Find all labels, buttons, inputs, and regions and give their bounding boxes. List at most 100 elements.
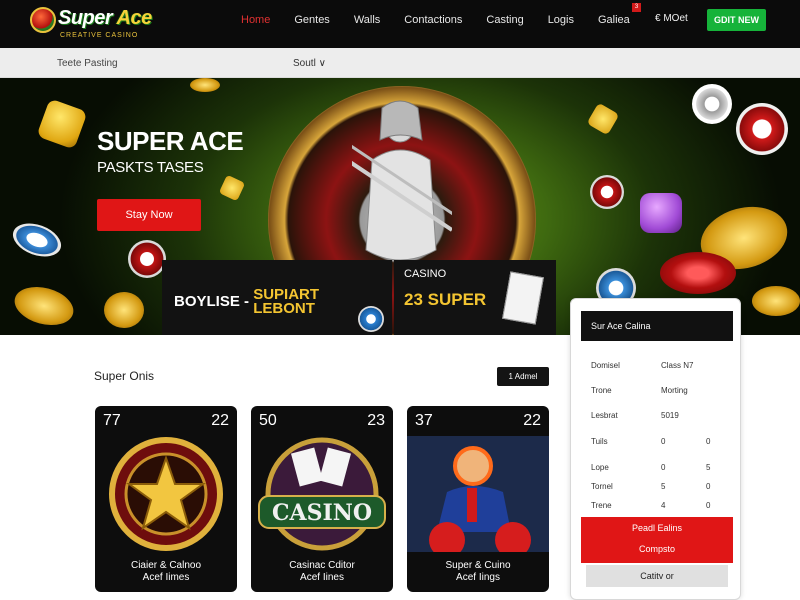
panel-row-value: 4 <box>661 501 666 510</box>
sort-dropdown[interactable]: Soutl ∨ <box>293 58 326 69</box>
logo-word-super: Super <box>58 7 113 29</box>
gold-coin-icon <box>104 292 144 328</box>
game-title-line2: Acef Iimes <box>142 572 190 583</box>
game-art-text: CASINO <box>272 500 372 526</box>
nav-item-galiea-label: Galiea <box>597 14 630 26</box>
nav-item-galiea[interactable]: Galiea 3 <box>597 3 641 26</box>
currency-selector[interactable]: € MOet <box>655 13 688 24</box>
game-title-line1: Super & Cuino <box>445 560 511 571</box>
panel-row-label: Lesbrat <box>591 411 618 420</box>
game-title-line2: Acef Iines <box>300 572 344 583</box>
gold-coin-icon <box>10 280 78 332</box>
info-panel: Sur Ace Calina Domisel Class N7 Trone Mo… <box>570 298 741 600</box>
panel-action-line1[interactable]: Peadl Ealins <box>581 523 733 533</box>
game-card[interactable]: 77 22 Ciaier & Calnoo Acef Iimes <box>95 406 237 592</box>
game-card[interactable]: 50 23 CASINO Casinac Cditor Acef Iines <box>251 406 393 592</box>
game-number-left: 77 <box>103 412 121 429</box>
nav-item-home[interactable]: Home <box>241 14 270 26</box>
game-card[interactable]: 37 22 Super & Cuino Acef Iings <box>407 406 549 592</box>
panel-row-label: Trene <box>591 501 612 510</box>
nav-item-gentes[interactable]: Gentes <box>294 14 329 26</box>
panel-row-value: 5019 <box>661 411 679 420</box>
gold-coin-icon <box>752 286 800 316</box>
panel-secondary-button[interactable]: Catitv or <box>586 565 728 587</box>
playing-cards-icon <box>502 271 544 325</box>
poker-chip-icon <box>128 240 166 278</box>
promo-left-accent-line2: LEBONT <box>253 300 315 317</box>
panel-row: Tornel 5 0 <box>591 482 710 491</box>
casino-badge-icon: CASINO <box>258 437 386 551</box>
stay-now-button[interactable]: Stay Now <box>97 199 201 231</box>
promo-right-main: 23 SUPER <box>404 290 487 309</box>
panel-row-extra: 0 <box>706 437 711 446</box>
hero-title: SUPER ACE <box>97 126 244 156</box>
promo-left-main: BOYLISE - <box>174 292 250 310</box>
gold-coin-icon <box>190 78 220 92</box>
panel-row: Lope 0 5 <box>591 463 710 472</box>
panel-row-value: 0 <box>661 437 666 446</box>
promo-right-top: CASINO <box>404 268 447 280</box>
game-number-right: 22 <box>211 412 229 429</box>
logo-tagline: CREATIVE CASINO <box>60 32 139 39</box>
panel-row: Trene 4 0 <box>591 501 710 510</box>
panel-row: Tuils 0 0 <box>591 437 710 446</box>
game-number-right: 22 <box>523 412 541 429</box>
game-title-line1: Ciaier & Calnoo <box>130 560 202 571</box>
panel-row-value: Morting <box>661 386 688 395</box>
game-title-line1: Casinac Cditor <box>289 560 355 571</box>
poker-chip-icon <box>660 252 736 294</box>
get-new-button[interactable]: GDIT NEW <box>707 9 766 31</box>
nav-item-logis[interactable]: Logis <box>548 14 574 26</box>
panel-action-block[interactable]: Peadl Ealins Compsto <box>581 517 733 563</box>
poker-chip-icon <box>358 306 384 332</box>
poker-chip-icon <box>590 175 624 209</box>
game-number-left: 37 <box>415 412 433 429</box>
games-admin-button[interactable]: 1 Admel <box>497 367 549 386</box>
game-title: Super & Cuino Acef Iings <box>407 560 549 584</box>
panel-row-extra: 0 <box>706 482 711 491</box>
main-nav: Home Gentes Walls Contactions Casting Lo… <box>241 0 654 40</box>
panel-row-extra: 5 <box>706 463 711 472</box>
panel-action-line2[interactable]: Compsto <box>581 544 733 554</box>
gold-star-icon <box>586 102 620 136</box>
logo-word-ace: Ace <box>116 7 153 29</box>
promo-card-left[interactable]: BOYLISE - SUPIART LEBONT <box>162 260 392 335</box>
roulette-star-icon <box>109 437 223 551</box>
notification-badge: 3 <box>631 3 641 12</box>
panel-row-label: Trone <box>591 386 612 395</box>
promo-left-text: BOYLISE - SUPIART LEBONT <box>174 287 319 317</box>
logo-wordmark: Super Ace <box>58 7 152 30</box>
games-section-title: Super Onis <box>94 369 155 383</box>
logo-emblem-icon <box>30 7 56 33</box>
panel-row-value: 0 <box>661 463 666 472</box>
panel-row: Domisel Class N7 <box>591 361 693 370</box>
hero-character-image <box>352 100 452 261</box>
filter-label[interactable]: Teete Pasting <box>57 58 118 69</box>
game-number-right: 23 <box>367 412 385 429</box>
poker-chip-icon <box>692 84 732 124</box>
panel-row-label: Lope <box>591 463 609 472</box>
poker-chip-icon <box>8 217 66 263</box>
panel-title: Sur Ace Calina <box>581 311 733 341</box>
poker-chip-icon <box>736 103 788 155</box>
panel-row: Trone Morting <box>591 386 688 395</box>
panel-row: Lesbrat 5019 <box>591 411 679 420</box>
panel-row-extra: 0 <box>706 501 711 510</box>
panel-row-label: Tornel <box>591 482 613 491</box>
panel-row-value: Class N7 <box>661 361 694 370</box>
game-title: Casinac Cditor Acef Iines <box>251 560 393 584</box>
hero-subtitle: PASKTS TASES <box>97 159 204 176</box>
promo-card-right[interactable]: CASINO 23 SUPER <box>394 260 556 335</box>
brand-logo[interactable]: Super Ace CREATIVE CASINO <box>30 5 170 43</box>
nav-item-casting[interactable]: Casting <box>486 14 523 26</box>
panel-row-label: Domisel <box>591 361 620 370</box>
game-title-line2: Acef Iings <box>456 572 500 583</box>
filter-bar: Teete Pasting Soutl ∨ <box>0 48 800 78</box>
nav-item-contactions[interactable]: Contactions <box>404 14 462 26</box>
game-number-left: 50 <box>259 412 277 429</box>
gold-star-icon <box>36 98 88 150</box>
top-navigation-bar: Super Ace CREATIVE CASINO Home Gentes Wa… <box>0 0 800 48</box>
dice-icon <box>640 193 682 233</box>
nav-item-walls[interactable]: Walls <box>354 14 380 26</box>
joker-character-icon <box>407 436 549 552</box>
